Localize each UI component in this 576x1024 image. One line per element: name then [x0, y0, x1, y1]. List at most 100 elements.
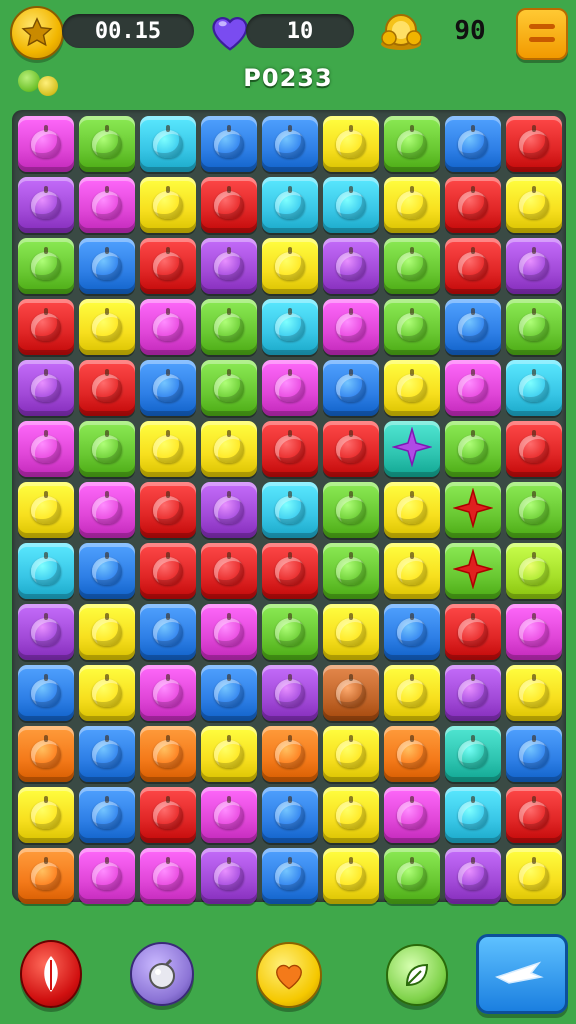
board-tile[interactable]: [140, 665, 196, 721]
board-tile[interactable]: [445, 177, 501, 233]
board-tile[interactable]: [323, 116, 379, 172]
shuffle-booster-button[interactable]: [20, 940, 82, 1008]
board-tile[interactable]: [18, 726, 74, 782]
board-tile[interactable]: [140, 421, 196, 477]
board-tile[interactable]: [140, 787, 196, 843]
board-tile[interactable]: [506, 116, 562, 172]
board-tile[interactable]: [18, 116, 74, 172]
board-tile[interactable]: [506, 177, 562, 233]
heart-booster-button[interactable]: [256, 942, 322, 1008]
board-tile[interactable]: [18, 299, 74, 355]
board-tile[interactable]: [323, 177, 379, 233]
board-tile[interactable]: [18, 543, 74, 599]
board-tile[interactable]: [79, 299, 135, 355]
board-tile[interactable]: [506, 543, 562, 599]
board-tile[interactable]: [384, 116, 440, 172]
board-tile[interactable]: [506, 665, 562, 721]
board-tile[interactable]: [201, 787, 257, 843]
board-tile[interactable]: [384, 360, 440, 416]
board-tile[interactable]: [384, 482, 440, 538]
board-tile[interactable]: [384, 726, 440, 782]
board-tile[interactable]: [201, 665, 257, 721]
board-tile[interactable]: [445, 421, 501, 477]
board-tile[interactable]: [323, 543, 379, 599]
board-tile[interactable]: [18, 665, 74, 721]
board-tile[interactable]: [18, 238, 74, 294]
play-button[interactable]: [476, 934, 568, 1014]
board-tile[interactable]: [323, 299, 379, 355]
board-tile[interactable]: [201, 604, 257, 660]
board-tile[interactable]: [506, 787, 562, 843]
board-tile[interactable]: [140, 482, 196, 538]
board-tile[interactable]: [140, 543, 196, 599]
board-tile[interactable]: [201, 421, 257, 477]
board-tile[interactable]: [506, 360, 562, 416]
board-tile[interactable]: [445, 665, 501, 721]
board-tile[interactable]: [262, 726, 318, 782]
board-tile[interactable]: [140, 360, 196, 416]
board-tile[interactable]: [79, 482, 135, 538]
board-tile[interactable]: [323, 360, 379, 416]
board-tile[interactable]: [262, 360, 318, 416]
board-tile[interactable]: [18, 360, 74, 416]
board-tile[interactable]: [384, 604, 440, 660]
board-tile[interactable]: [79, 787, 135, 843]
hammer-booster-button[interactable]: [386, 944, 448, 1006]
board-tile[interactable]: [323, 482, 379, 538]
board-tile[interactable]: [262, 177, 318, 233]
board-tile[interactable]: [79, 421, 135, 477]
board-tile[interactable]: [262, 848, 318, 904]
board-tile[interactable]: [140, 726, 196, 782]
board-tile[interactable]: [506, 848, 562, 904]
board-tile[interactable]: [262, 543, 318, 599]
board-tile[interactable]: [506, 299, 562, 355]
board-tile[interactable]: [79, 360, 135, 416]
board-tile[interactable]: [262, 787, 318, 843]
board-tile[interactable]: [140, 177, 196, 233]
board-tile[interactable]: [18, 787, 74, 843]
menu-button[interactable]: [516, 8, 568, 60]
board-tile[interactable]: [506, 238, 562, 294]
board-tile[interactable]: [201, 848, 257, 904]
board-tile[interactable]: [79, 543, 135, 599]
board-tile[interactable]: [445, 360, 501, 416]
board-tile[interactable]: [445, 604, 501, 660]
board-tile[interactable]: [384, 665, 440, 721]
board-tile[interactable]: [445, 299, 501, 355]
board-tile[interactable]: [506, 482, 562, 538]
board-tile[interactable]: [384, 299, 440, 355]
board-tile[interactable]: [323, 848, 379, 904]
board-tile[interactable]: [445, 726, 501, 782]
board-tile[interactable]: [445, 238, 501, 294]
board-tile[interactable]: [79, 665, 135, 721]
bomb-booster-button[interactable]: [130, 942, 194, 1006]
board-tile[interactable]: [506, 604, 562, 660]
board-tile[interactable]: [445, 116, 501, 172]
board-tile[interactable]: [18, 421, 74, 477]
board-tile[interactable]: [79, 604, 135, 660]
board-tile[interactable]: [323, 604, 379, 660]
board-tile[interactable]: [384, 177, 440, 233]
board-tile[interactable]: [201, 482, 257, 538]
board-tile[interactable]: [140, 604, 196, 660]
board-tile[interactable]: [140, 238, 196, 294]
board-tile[interactable]: [262, 421, 318, 477]
board-tile[interactable]: [262, 604, 318, 660]
board-tile[interactable]: [79, 848, 135, 904]
board-tile[interactable]: [445, 482, 501, 538]
board-tile[interactable]: [506, 421, 562, 477]
board-tile[interactable]: [201, 116, 257, 172]
board-tile[interactable]: [384, 421, 440, 477]
board-tile[interactable]: [323, 665, 379, 721]
board-tile[interactable]: [18, 848, 74, 904]
board-tile[interactable]: [201, 177, 257, 233]
board-tile[interactable]: [445, 543, 501, 599]
board-tile[interactable]: [201, 360, 257, 416]
board-tile[interactable]: [262, 238, 318, 294]
board-tile[interactable]: [79, 238, 135, 294]
board-tile[interactable]: [201, 299, 257, 355]
board-tile[interactable]: [323, 787, 379, 843]
board-tile[interactable]: [140, 116, 196, 172]
board-tile[interactable]: [79, 726, 135, 782]
board-tile[interactable]: [201, 543, 257, 599]
